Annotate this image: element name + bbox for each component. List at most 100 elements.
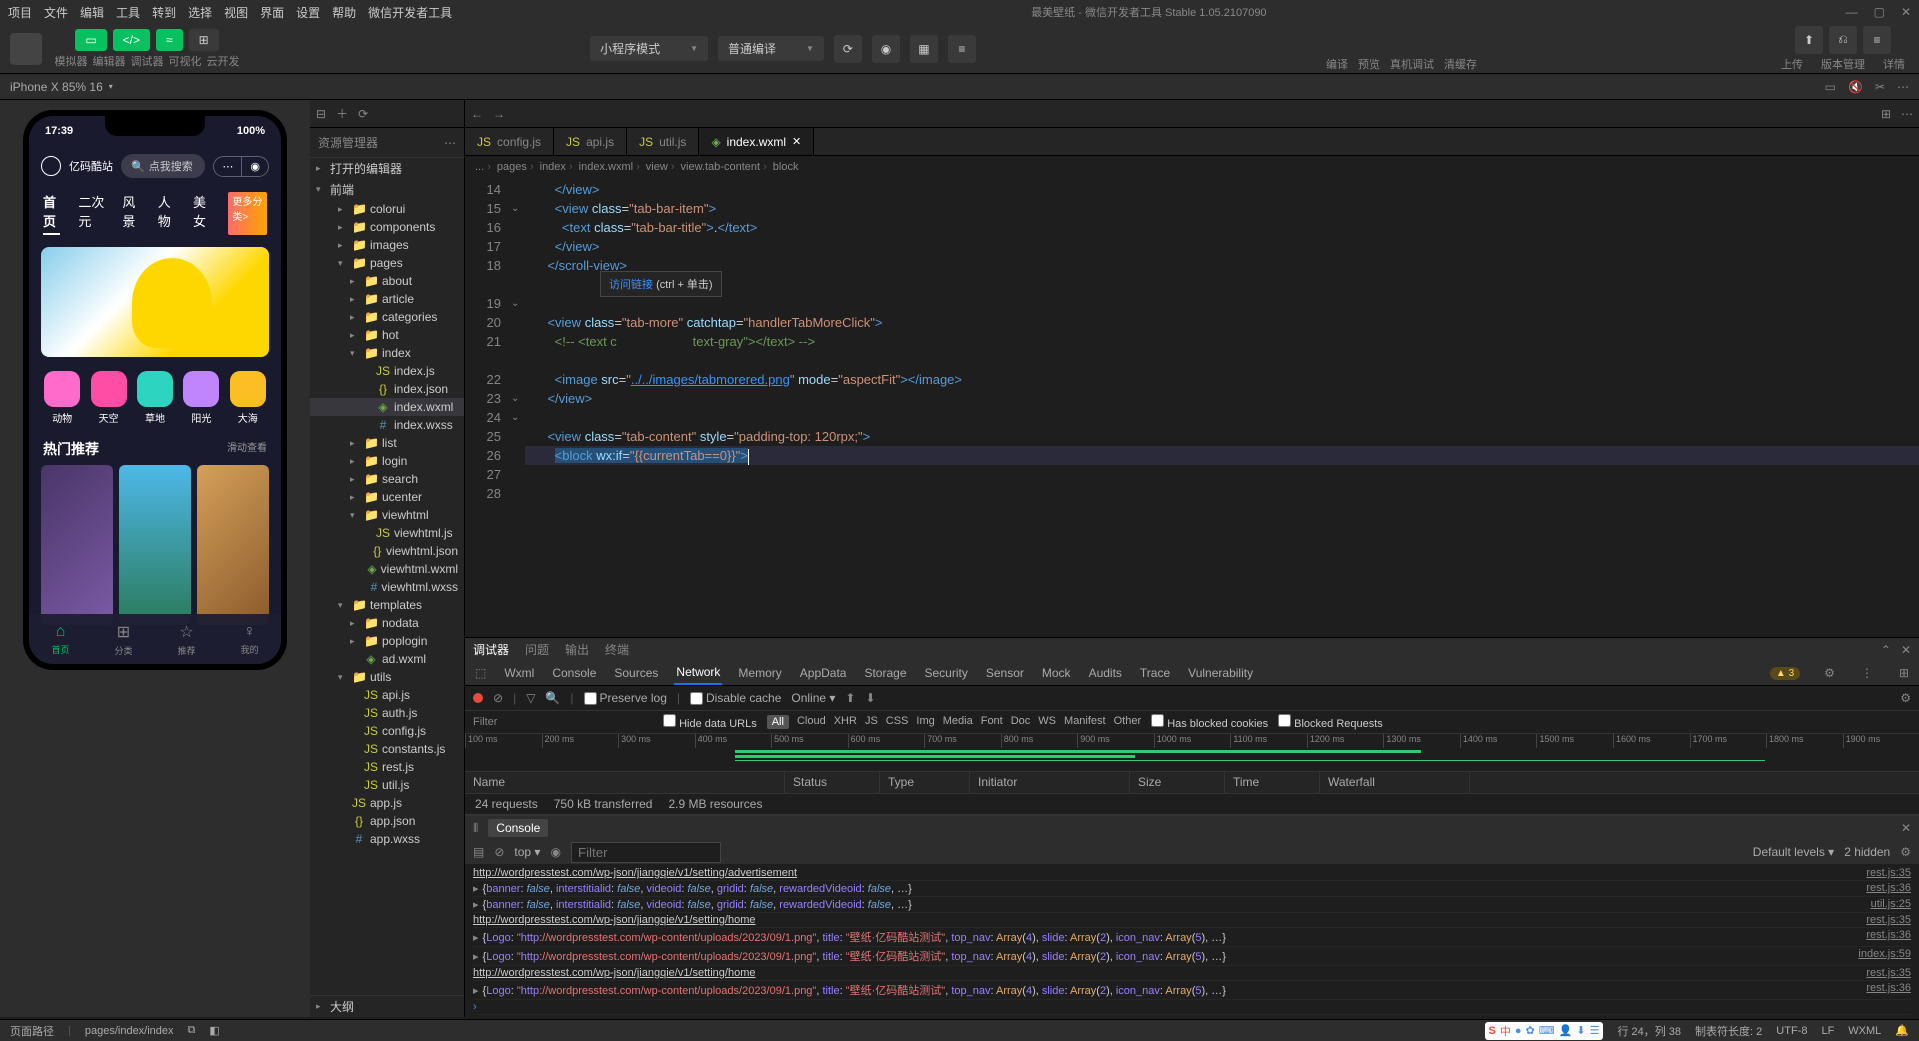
console-clear-icon[interactable]: ⊘ (494, 845, 504, 859)
breadcrumb-item[interactable]: index.wxml (579, 161, 640, 173)
devtools-tab[interactable]: AppData (798, 662, 849, 684)
devtools-tab[interactable]: Memory (736, 662, 783, 684)
close-icon[interactable]: ✕ (1901, 5, 1911, 19)
category-item[interactable]: 大海 (230, 371, 266, 425)
nav-tab[interactable]: 二次元 (78, 192, 104, 235)
details-icon[interactable]: ≡ (1863, 26, 1891, 54)
banner-image[interactable] (41, 247, 269, 357)
tree-node[interactable]: ◈index.wxml (310, 398, 464, 416)
copy-path-icon[interactable]: ⧉ (188, 1024, 196, 1037)
devtools-tab[interactable]: Network (674, 661, 722, 685)
dock-icon[interactable]: ⊞ (1897, 662, 1911, 684)
page-path[interactable]: pages/index/index (85, 1025, 174, 1037)
tree-node[interactable]: #app.wxss (310, 830, 464, 848)
console-log-line[interactable]: ▸{banner: false, interstitialid: false, … (473, 897, 1911, 913)
tree-node[interactable]: ◈ad.wxml (310, 650, 464, 668)
clear-cache-icon[interactable]: ≡ (948, 35, 976, 63)
search-net-icon[interactable]: 🔍 (545, 691, 560, 705)
editor-tab[interactable]: ◈index.wxml✕ (699, 128, 814, 155)
ime-toolbar[interactable]: S 中 ● ✿ ⌨ 👤 ⬇ ☰ (1485, 1022, 1604, 1040)
tree-node[interactable]: ▸📁components (310, 218, 464, 236)
split-icon[interactable]: ⊞ (1881, 107, 1891, 121)
minimize-icon[interactable]: — (1846, 5, 1858, 19)
console-log-line[interactable]: ▸{Logo: "http://wordpresstest.com/wp-con… (473, 928, 1911, 947)
tabbar-item[interactable]: ⌂首页 (51, 623, 69, 656)
nav-tab[interactable]: 首页 (43, 192, 60, 235)
table-column-header[interactable]: Waterfall (1320, 772, 1470, 792)
notification-icon[interactable]: 🔔 (1895, 1024, 1909, 1037)
tree-node[interactable]: #index.wxss (310, 416, 464, 434)
tree-node[interactable]: JSindex.js (310, 362, 464, 380)
devtools-tab[interactable]: Wxml (502, 662, 536, 684)
devtools-tab[interactable]: Sources (612, 662, 660, 684)
console-output[interactable]: http://wordpresstest.com/wp-json/jiangqi… (465, 864, 1919, 1017)
compile-dropdown[interactable]: 普通编译 (718, 36, 824, 61)
filter-chip[interactable]: All (767, 715, 789, 729)
wallpaper-thumb[interactable] (41, 465, 113, 625)
devtools-tab[interactable]: Console (550, 662, 598, 684)
wallpaper-thumb[interactable] (119, 465, 191, 625)
breadcrumb-item[interactable]: ... (475, 161, 491, 173)
nav-tab[interactable]: 风景 (122, 192, 139, 235)
capsule-menu[interactable]: ⋯◉ (213, 156, 269, 177)
tree-node[interactable]: ▸📁article (310, 290, 464, 308)
tabbar-item[interactable]: ☆推荐 (177, 622, 195, 657)
close-panel-icon[interactable]: ✕ (1901, 643, 1911, 657)
menu-item[interactable]: 帮助 (332, 4, 356, 21)
collapse-icon[interactable]: ⊟ (316, 107, 326, 121)
forward-icon[interactable]: → (493, 107, 505, 121)
menu-item[interactable]: 项目 (8, 4, 32, 21)
tabbar-item[interactable]: ♀我的 (240, 623, 258, 656)
menu-item[interactable]: 编辑 (80, 4, 104, 21)
devtools-tab[interactable]: Sensor (984, 662, 1026, 684)
editor-button[interactable]: </> (113, 29, 150, 51)
tree-node[interactable]: ▸📁hot (310, 326, 464, 344)
tree-node[interactable]: ▾📁templates (310, 596, 464, 614)
filter-chip[interactable]: Cloud (797, 715, 826, 729)
avatar[interactable] (10, 33, 42, 65)
back-icon[interactable]: ← (471, 107, 483, 121)
menu-item[interactable]: 视图 (224, 4, 248, 21)
tree-node[interactable]: {}index.json (310, 380, 464, 398)
tree-node[interactable]: JSviewhtml.js (310, 524, 464, 542)
filter-chip[interactable]: Other (1114, 715, 1142, 729)
console-tab[interactable]: Console (488, 819, 548, 837)
code-editor[interactable]: 141516171819202122232425262728 ⌄⌄⌄⌄ </vi… (465, 178, 1919, 637)
tree-node[interactable]: ▸📁about (310, 272, 464, 290)
console-sidebar-icon[interactable]: ▤ (473, 845, 484, 859)
hidden-count[interactable]: 2 hidden (1844, 845, 1890, 859)
section-more[interactable]: 滑动查看 (227, 439, 267, 459)
new-file-icon[interactable]: ＋ (336, 105, 348, 122)
filter-chip[interactable]: Manifest (1064, 715, 1106, 729)
scene-icon[interactable]: ◧ (209, 1024, 219, 1037)
tree-node[interactable]: ▸📁list (310, 434, 464, 452)
tree-node[interactable]: ▾📁viewhtml (310, 506, 464, 524)
tree-node[interactable]: JSconstants.js (310, 740, 464, 758)
tree-node[interactable]: ▾📁index (310, 344, 464, 362)
nav-tabs[interactable]: 首页二次元风景人物美女更多分类> (29, 186, 281, 241)
console-log-line[interactable]: http://wordpresstest.com/wp-json/jiangqi… (473, 866, 1911, 881)
visual-button[interactable]: ⊞ (189, 29, 219, 51)
tree-node[interactable]: {}viewhtml.json (310, 542, 464, 560)
remote-debug-icon[interactable]: ▦ (910, 35, 938, 63)
editor-more-icon[interactable]: ⋯ (1901, 107, 1913, 121)
cut-icon[interactable]: ✂ (1875, 80, 1885, 94)
tree-node[interactable]: ▾📁utils (310, 668, 464, 686)
device-selector[interactable]: iPhone X 85% 16 ▾ (10, 80, 113, 94)
tree-node[interactable]: ▸📁colorui (310, 200, 464, 218)
editor-tab[interactable]: JSutil.js (627, 128, 699, 155)
preview-icon[interactable]: ◉ (872, 35, 900, 63)
simulator-button[interactable]: ▭ (75, 29, 106, 51)
breadcrumb-item[interactable]: block (773, 161, 799, 173)
tree-node[interactable]: ▸📁poplogin (310, 632, 464, 650)
eye-icon[interactable]: ◉ (550, 845, 560, 859)
devtools-tab[interactable]: Security (923, 662, 970, 684)
tree-section[interactable]: ▾前端 (310, 179, 464, 200)
refresh-icon[interactable]: ⟳ (834, 35, 862, 63)
upload-icon[interactable]: ⬆ (1795, 26, 1823, 54)
tree-node[interactable]: {}app.json (310, 812, 464, 830)
inspect-icon[interactable]: ⬚ (473, 662, 488, 684)
tree-node[interactable]: ▸📁nodata (310, 614, 464, 632)
mute-icon[interactable]: 🔇 (1848, 80, 1863, 94)
menu-item[interactable]: 微信开发者工具 (368, 4, 452, 21)
